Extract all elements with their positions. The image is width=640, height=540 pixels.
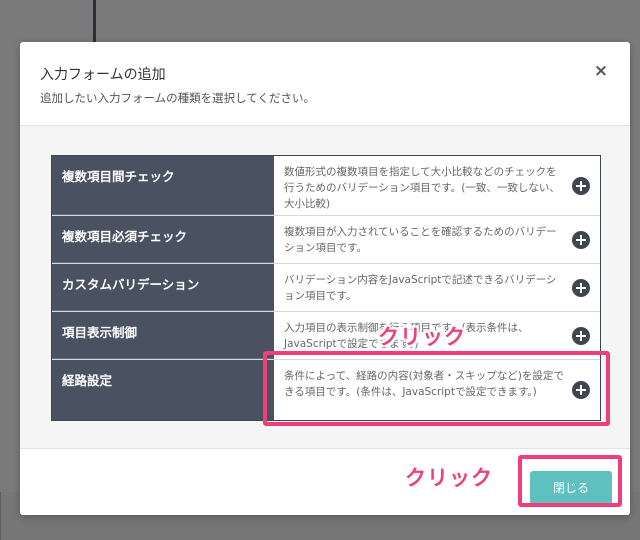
dialog-header: 入力フォームの追加 追加したい入力フォームの種類を選択してください。 × <box>20 42 630 126</box>
form-type-row-multi-required-check[interactable]: 複数項目必須チェック 複数項目が入力されていることを確認するためのバリデーション… <box>52 216 600 264</box>
form-type-description: 数値形式の複数項目を指定して大小比較などのチェックを行うためのバリデーション項目… <box>274 156 600 215</box>
close-icon[interactable]: × <box>592 62 610 80</box>
form-type-name: 経路設定 <box>52 360 274 420</box>
form-type-name: カスタムバリデーション <box>52 264 274 311</box>
dialog-subtitle: 追加したい入力フォームの種類を選択してください。 <box>40 91 315 105</box>
add-icon[interactable] <box>572 230 590 249</box>
add-icon[interactable] <box>572 176 590 195</box>
click-annotation: クリック <box>405 466 493 490</box>
add-icon[interactable] <box>572 278 590 297</box>
form-type-row-multi-item-check[interactable]: 複数項目間チェック 数値形式の複数項目を指定して大小比較などのチェックを行うため… <box>52 156 600 216</box>
form-type-description-text: バリデーション内容をJavaScriptで記述できるバリデーション項目です。 <box>284 274 557 302</box>
form-type-name: 項目表示制御 <box>52 312 274 359</box>
background-divider <box>93 0 96 42</box>
highlight-route-setting-row <box>263 351 610 426</box>
click-annotation: クリック <box>378 325 466 349</box>
form-type-row-custom-validation[interactable]: カスタムバリデーション バリデーション内容をJavaScriptで記述できるバリ… <box>52 264 600 312</box>
form-type-name: 複数項目間チェック <box>52 156 274 215</box>
highlight-close-button <box>518 455 622 507</box>
form-type-description: バリデーション内容をJavaScriptで記述できるバリデーション項目です。 <box>274 264 600 311</box>
dialog-title: 入力フォームの追加 <box>40 67 166 83</box>
add-input-form-dialog: 入力フォームの追加 追加したい入力フォームの種類を選択してください。 × 複数項… <box>20 42 630 515</box>
form-type-description-text: 数値形式の複数項目を指定して大小比較などのチェックを行うためのバリデーション項目… <box>284 166 560 210</box>
background-tick <box>0 492 1 540</box>
add-icon[interactable] <box>572 326 590 345</box>
form-type-description-text: 複数項目が入力されていることを確認するためのバリデーション項目です。 <box>284 226 557 254</box>
form-type-description: 複数項目が入力されていることを確認するためのバリデーション項目です。 <box>274 216 600 263</box>
form-type-name: 複数項目必須チェック <box>52 216 274 263</box>
